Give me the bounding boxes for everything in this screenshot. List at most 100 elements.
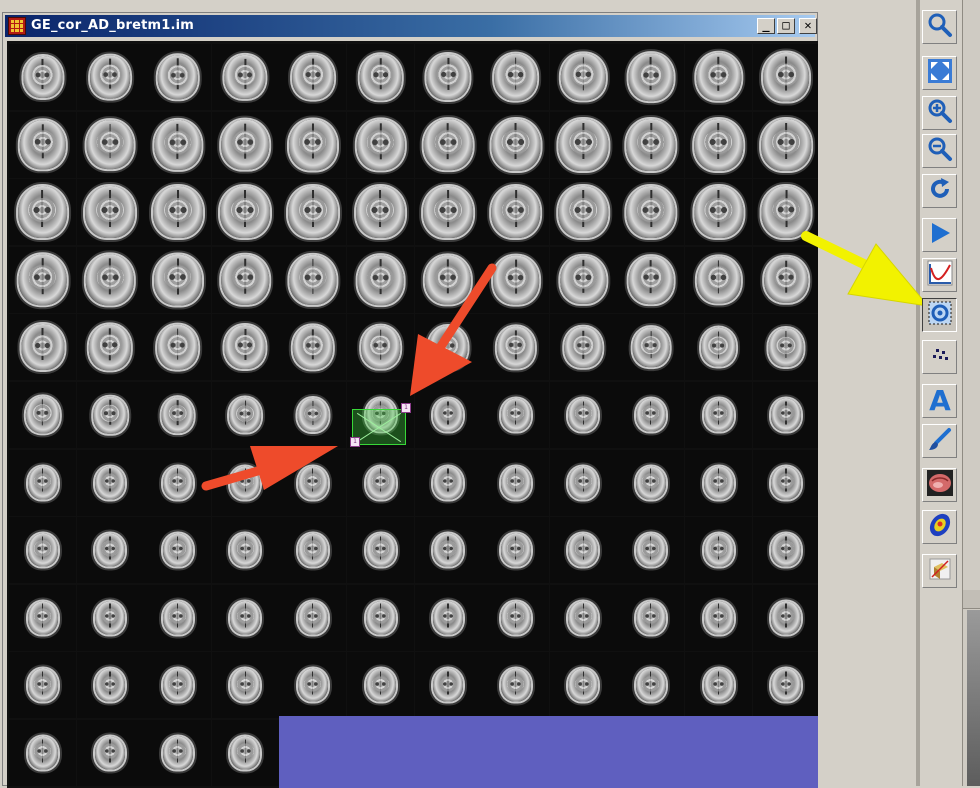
slice-thumbnail[interactable] [144,449,212,516]
slice-thumbnail[interactable] [279,44,347,110]
slice-thumbnail[interactable] [144,246,212,313]
slice-thumbnail[interactable] [279,382,347,448]
tool-button-text[interactable]: A [922,384,957,418]
slice-thumbnail[interactable] [685,314,752,381]
slice-thumbnail[interactable] [144,720,212,786]
slice-thumbnail[interactable] [482,449,550,516]
slice-thumbnail[interactable] [279,449,347,516]
slice-thumbnail[interactable] [482,517,550,584]
tool-button-zoom-in[interactable] [922,96,957,130]
slice-thumbnail[interactable] [279,246,347,313]
slice-thumbnail[interactable] [482,44,550,110]
slice-thumbnail[interactable] [414,314,482,381]
tool-button-paintbrush[interactable] [922,424,957,458]
slice-thumbnail[interactable] [685,584,752,651]
app-icon[interactable] [8,17,26,35]
slice-thumbnail[interactable] [9,314,76,381]
slice-thumbnail[interactable] [414,382,482,448]
tool-button-curve-graph[interactable] [922,258,957,292]
slice-thumbnail[interactable] [211,246,279,313]
slice-thumbnail[interactable] [347,314,414,381]
slice-thumbnail[interactable] [752,449,818,516]
slice-thumbnail[interactable] [414,517,482,584]
slice-montage[interactable] [7,41,818,788]
slice-thumbnail[interactable] [685,517,752,584]
slice-thumbnail[interactable] [279,584,347,651]
slice-thumbnail[interactable] [211,517,279,584]
slice-thumbnail[interactable] [76,652,144,719]
slice-thumbnail[interactable] [685,246,752,313]
slice-thumbnail[interactable] [279,314,347,381]
slice-thumbnail[interactable] [9,44,76,110]
slice-thumbnail[interactable] [752,314,818,381]
slice-thumbnail[interactable] [279,111,347,178]
slice-thumbnail[interactable] [549,44,617,110]
slice-thumbnail[interactable] [617,314,685,381]
slice-thumbnail[interactable] [549,314,617,381]
slice-thumbnail[interactable] [752,517,818,584]
close-button[interactable]: ✕ [799,18,817,34]
tool-button-circle-roi[interactable] [922,298,957,332]
slice-thumbnail[interactable] [617,449,685,516]
slice-thumbnail[interactable] [414,179,482,246]
image-canvas[interactable]: 1 1 [7,41,818,788]
slice-thumbnail[interactable] [76,584,144,651]
slice-thumbnail[interactable] [211,179,279,246]
slice-thumbnail[interactable] [211,584,279,651]
tool-button-play[interactable] [922,218,957,252]
slice-thumbnail[interactable] [617,584,685,651]
slice-thumbnail[interactable] [752,179,818,246]
slice-thumbnail[interactable] [414,652,482,719]
slice-thumbnail[interactable] [752,44,818,110]
roi-handle-bottom-left[interactable]: 1 [350,437,360,447]
slice-thumbnail[interactable] [549,517,617,584]
slice-thumbnail[interactable] [685,179,752,246]
slice-thumbnail[interactable] [617,44,685,110]
minimize-button[interactable]: _ [757,18,775,34]
slice-thumbnail[interactable] [144,382,212,448]
slice-thumbnail[interactable] [144,314,212,381]
selection-rectangle[interactable] [352,409,406,445]
slice-thumbnail[interactable] [144,517,212,584]
slice-thumbnail[interactable] [685,382,752,448]
slice-thumbnail[interactable] [482,652,550,719]
tool-button-fit-window[interactable] [922,56,957,90]
slice-thumbnail[interactable] [752,652,818,719]
slice-thumbnail[interactable] [482,179,550,246]
slice-thumbnail[interactable] [549,449,617,516]
slice-thumbnail[interactable] [211,111,279,178]
slice-thumbnail[interactable] [144,44,212,110]
tool-button-rotate[interactable] [922,174,957,208]
maximize-button[interactable]: □ [777,18,795,34]
slice-thumbnail[interactable] [482,111,550,178]
slice-thumbnail[interactable] [752,382,818,448]
slice-thumbnail[interactable] [76,111,144,178]
slice-thumbnail[interactable] [9,652,76,719]
slice-thumbnail[interactable] [347,517,414,584]
slice-thumbnail[interactable] [76,44,144,110]
slice-thumbnail[interactable] [482,382,550,448]
slice-thumbnail[interactable] [9,111,76,178]
slice-thumbnail[interactable] [9,179,76,246]
slice-thumbnail[interactable] [752,584,818,651]
slice-thumbnail[interactable] [549,246,617,313]
slice-thumbnail[interactable] [549,382,617,448]
slice-thumbnail[interactable] [279,652,347,719]
tool-button-point-roi[interactable] [922,340,957,374]
slice-thumbnail[interactable] [144,584,212,651]
slice-thumbnail[interactable] [549,111,617,178]
slice-thumbnail[interactable] [617,246,685,313]
slice-thumbnail[interactable] [347,584,414,651]
slice-thumbnail[interactable] [211,449,279,516]
slice-thumbnail[interactable] [211,44,279,110]
slice-thumbnail[interactable] [347,246,414,313]
slice-thumbnail[interactable] [414,584,482,651]
slice-thumbnail[interactable] [549,584,617,651]
slice-thumbnail[interactable] [347,44,414,110]
slice-thumbnail[interactable] [9,382,76,448]
slice-thumbnail[interactable] [685,44,752,110]
tool-button-colormap[interactable] [922,510,957,544]
slice-thumbnail[interactable] [414,44,482,110]
slice-thumbnail[interactable] [76,179,144,246]
tool-button-zoom-out[interactable] [922,134,957,168]
